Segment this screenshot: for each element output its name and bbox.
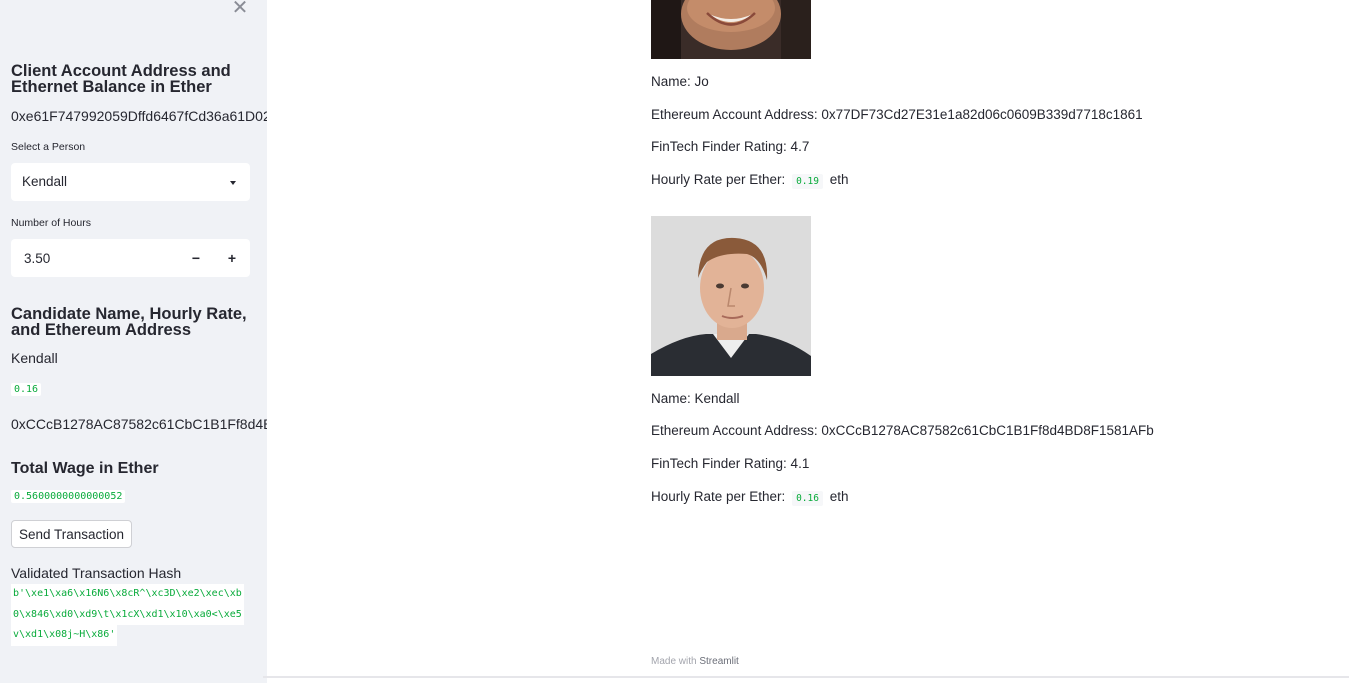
- send-transaction-button[interactable]: Send Transaction: [11, 520, 132, 548]
- candidate-rating-line: FinTech Finder Rating: 4.7: [651, 139, 810, 154]
- candidate-heading: Candidate Name, Hourly Rate, and Ethereu…: [11, 305, 247, 339]
- close-sidebar-icon[interactable]: ✕: [231, 0, 249, 18]
- streamlit-link[interactable]: Streamlit: [699, 656, 738, 667]
- hours-stepper: − +: [11, 239, 250, 277]
- select-person-dropdown[interactable]: Kendall: [11, 163, 250, 201]
- account-heading: Client Account Address and Ethernet Bala…: [11, 62, 231, 96]
- transaction-hash: b'\xe1\xa6\x16N6\x8cR^\xc3D\xe2\xec\xb 0…: [11, 584, 251, 646]
- increment-button[interactable]: +: [214, 239, 250, 277]
- candidate-address-line: Ethereum Account Address: 0x77DF73Cd27E3…: [651, 107, 1143, 122]
- candidate-rating-line: FinTech Finder Rating: 4.1: [651, 456, 810, 471]
- sidebar: ✕ Client Account Address and Ethernet Ba…: [0, 0, 267, 683]
- footer-made-with: Made with: [651, 656, 697, 667]
- candidate-rate-line: Hourly Rate per Ether: 0.19 eth: [651, 172, 849, 189]
- hash-line: 0\x846\xd0\xd9\t\x1cX\xd1\x10\xa0<\xe5: [11, 604, 244, 625]
- rate-suffix: eth: [829, 489, 849, 504]
- wage-heading: Total Wage in Ether: [11, 460, 159, 477]
- candidate-rate-line: Hourly Rate per Ether: 0.16 eth: [651, 489, 849, 506]
- main-content: Name: Jo Ethereum Account Address: 0x77D…: [267, 0, 1349, 683]
- account-address: 0xe61F747992059Dffd6467fCd36a61D027C: [11, 108, 267, 124]
- candidate-address: 0xCCcB1278AC87582c61CbC1B1Ff8d4BD8: [11, 416, 267, 432]
- select-person-label: Select a Person: [11, 141, 86, 153]
- rate-prefix: Hourly Rate per Ether:: [651, 489, 786, 504]
- select-person-value: Kendall: [22, 174, 68, 189]
- candidate-photo-kendall: [651, 216, 811, 376]
- rate-prefix: Hourly Rate per Ether:: [651, 172, 786, 187]
- candidate-address-line: Ethereum Account Address: 0xCCcB1278AC87…: [651, 423, 1154, 438]
- candidate-name-line: Name: Jo: [651, 74, 709, 89]
- chevron-down-icon: [230, 181, 236, 185]
- hash-line: b'\xe1\xa6\x16N6\x8cR^\xc3D\xe2\xec\xb: [11, 584, 244, 605]
- candidate-photo-jo: [651, 0, 811, 59]
- hours-label: Number of Hours: [11, 217, 91, 229]
- candidate-name: Kendall: [11, 350, 58, 366]
- hash-label: Validated Transaction Hash: [11, 565, 182, 581]
- streamlit-app: ✕ Client Account Address and Ethernet Ba…: [0, 0, 1349, 683]
- bottom-divider: [263, 676, 1349, 678]
- rate-value: 0.16: [792, 491, 823, 506]
- candidate-name-line: Name: Kendall: [651, 391, 740, 406]
- decrement-button[interactable]: −: [178, 239, 214, 277]
- footer: Made with Streamlit: [651, 656, 739, 667]
- hash-line: v\xd1\x08j~H\x86': [11, 625, 118, 646]
- rate-suffix: eth: [829, 172, 849, 187]
- wage-value: 0.5600000000000052: [11, 490, 126, 503]
- candidate-rate: 0.16: [11, 383, 42, 396]
- rate-value: 0.19: [792, 174, 823, 189]
- hours-input[interactable]: [11, 239, 181, 277]
